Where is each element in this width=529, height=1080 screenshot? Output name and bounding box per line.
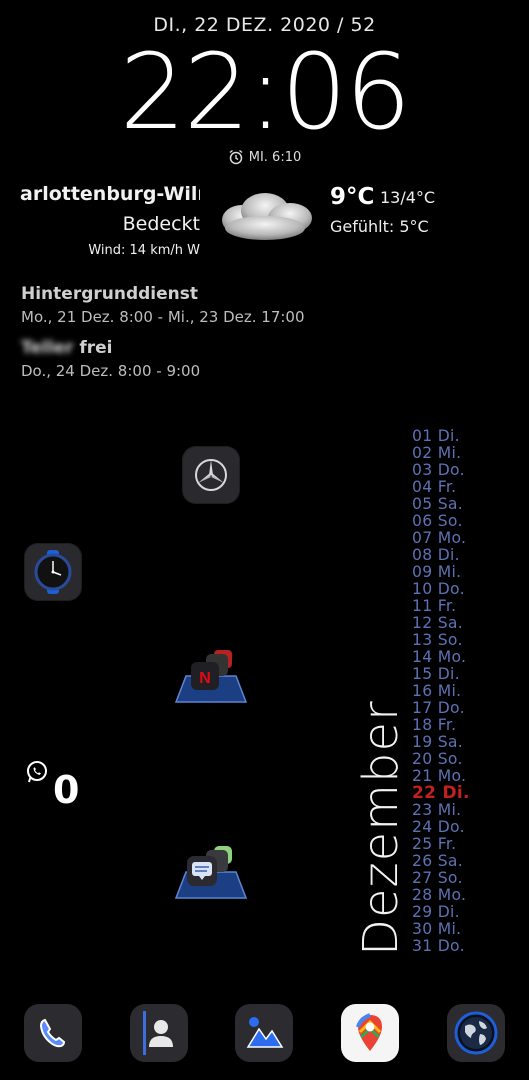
calendar-day[interactable]: 10 Do. (412, 581, 482, 598)
calendar-day[interactable]: 24 Do. (412, 819, 482, 836)
month-name: Dezember (353, 700, 409, 956)
calendar-day[interactable]: 04 Fr. (412, 479, 482, 496)
calendar-day[interactable]: 11 Fr. (412, 598, 482, 615)
next-alarm[interactable]: MI. 6:10 (0, 149, 529, 165)
event-title[interactable]: Hintergrunddienst (21, 284, 198, 304)
calendar-day[interactable]: 20 So. (412, 751, 482, 768)
calendar-day[interactable]: 05 Sa. (412, 496, 482, 513)
event-time: Mo., 21 Dez. 8:00 - Mi., 23 Dez. 17:00 (21, 308, 305, 326)
calendar-day[interactable]: 07 Mo. (412, 530, 482, 547)
alarm-clock-icon (229, 149, 243, 165)
event-title-suffix: frei (79, 338, 113, 358)
calendar-day[interactable]: 19 Sa. (412, 734, 482, 751)
clock[interactable]: 22:06 (0, 40, 529, 144)
event-title[interactable]: Teller frei (21, 338, 113, 358)
calendar-day-list[interactable]: 01 Di. 02 Mi. 03 Do. 04 Fr. 05 Sa. 06 So. 07 M… (412, 428, 482, 955)
watch-app-icon[interactable] (24, 543, 82, 601)
calendar-day[interactable]: 14 Mo. (412, 649, 482, 666)
calendar-day[interactable]: 02 Mi. (412, 445, 482, 462)
calendar-day[interactable]: 25 Fr. (412, 836, 482, 853)
calendar-day[interactable]: 18 Fr. (412, 717, 482, 734)
gallery-icon[interactable] (235, 1004, 293, 1062)
month-name-text: Dezember (353, 700, 409, 956)
feels-like: Gefühlt: 5°C (330, 217, 429, 236)
mercedes-app-icon[interactable] (182, 446, 240, 504)
calendar-day[interactable]: 12 Sa. (412, 615, 482, 632)
calendar-day[interactable]: 23 Mi. (412, 802, 482, 819)
whatsapp-unread-count: 0 (53, 768, 80, 812)
calendar-day[interactable]: 13 So. (412, 632, 482, 649)
contacts-icon[interactable] (130, 1004, 188, 1062)
messages-folder-icon[interactable] (174, 844, 248, 900)
calendar-day[interactable]: 30 Mi. (412, 921, 482, 938)
calendar-day[interactable]: 01 Di. (412, 428, 482, 445)
phone-icon[interactable] (24, 1004, 82, 1062)
watch-face-icon (34, 550, 72, 594)
calendar-day[interactable]: 17 Do. (412, 700, 482, 717)
alarm-time: MI. 6:10 (248, 149, 302, 165)
globe-icon[interactable] (447, 1004, 505, 1062)
temperature: 9°C (330, 184, 375, 210)
calendar-day[interactable]: 15 Di. (412, 666, 482, 683)
calendar-day[interactable]: 31 Do. (412, 938, 482, 955)
calendar-day-today[interactable]: 22 Di. (412, 785, 482, 802)
event-time: Do., 24 Dez. 8:00 - 9:00 (21, 362, 201, 380)
svg-text:N: N (199, 670, 211, 687)
netflix-folder-icon[interactable]: N (174, 648, 248, 704)
calendar-day[interactable]: 26 Sa. (412, 853, 482, 870)
calendar-day[interactable]: 27 So. (412, 870, 482, 887)
calendar-day[interactable]: 06 So. (412, 513, 482, 530)
calendar-day[interactable]: 03 Do. (412, 462, 482, 479)
maps-icon[interactable] (341, 1004, 399, 1062)
calendar-day[interactable]: 16 Mi. (412, 683, 482, 700)
calendar-day[interactable]: 08 Di. (412, 547, 482, 564)
weather-condition: Bedeckt (122, 213, 200, 235)
cloud-icon[interactable] (210, 186, 320, 246)
temperature-range: 13/4°C (380, 188, 436, 207)
calendar-day[interactable]: 29 Di. (412, 904, 482, 921)
weather-wind: Wind: 14 km/h W (88, 243, 200, 258)
mercedes-star-icon (195, 459, 227, 491)
weather-location[interactable]: arlottenburg-Wilr (20, 183, 200, 205)
whatsapp-icon[interactable] (25, 760, 49, 784)
calendar-day[interactable]: 09 Mi. (412, 564, 482, 581)
blurred-word: Teller (21, 338, 74, 358)
calendar-day[interactable]: 28 Mo. (412, 887, 482, 904)
